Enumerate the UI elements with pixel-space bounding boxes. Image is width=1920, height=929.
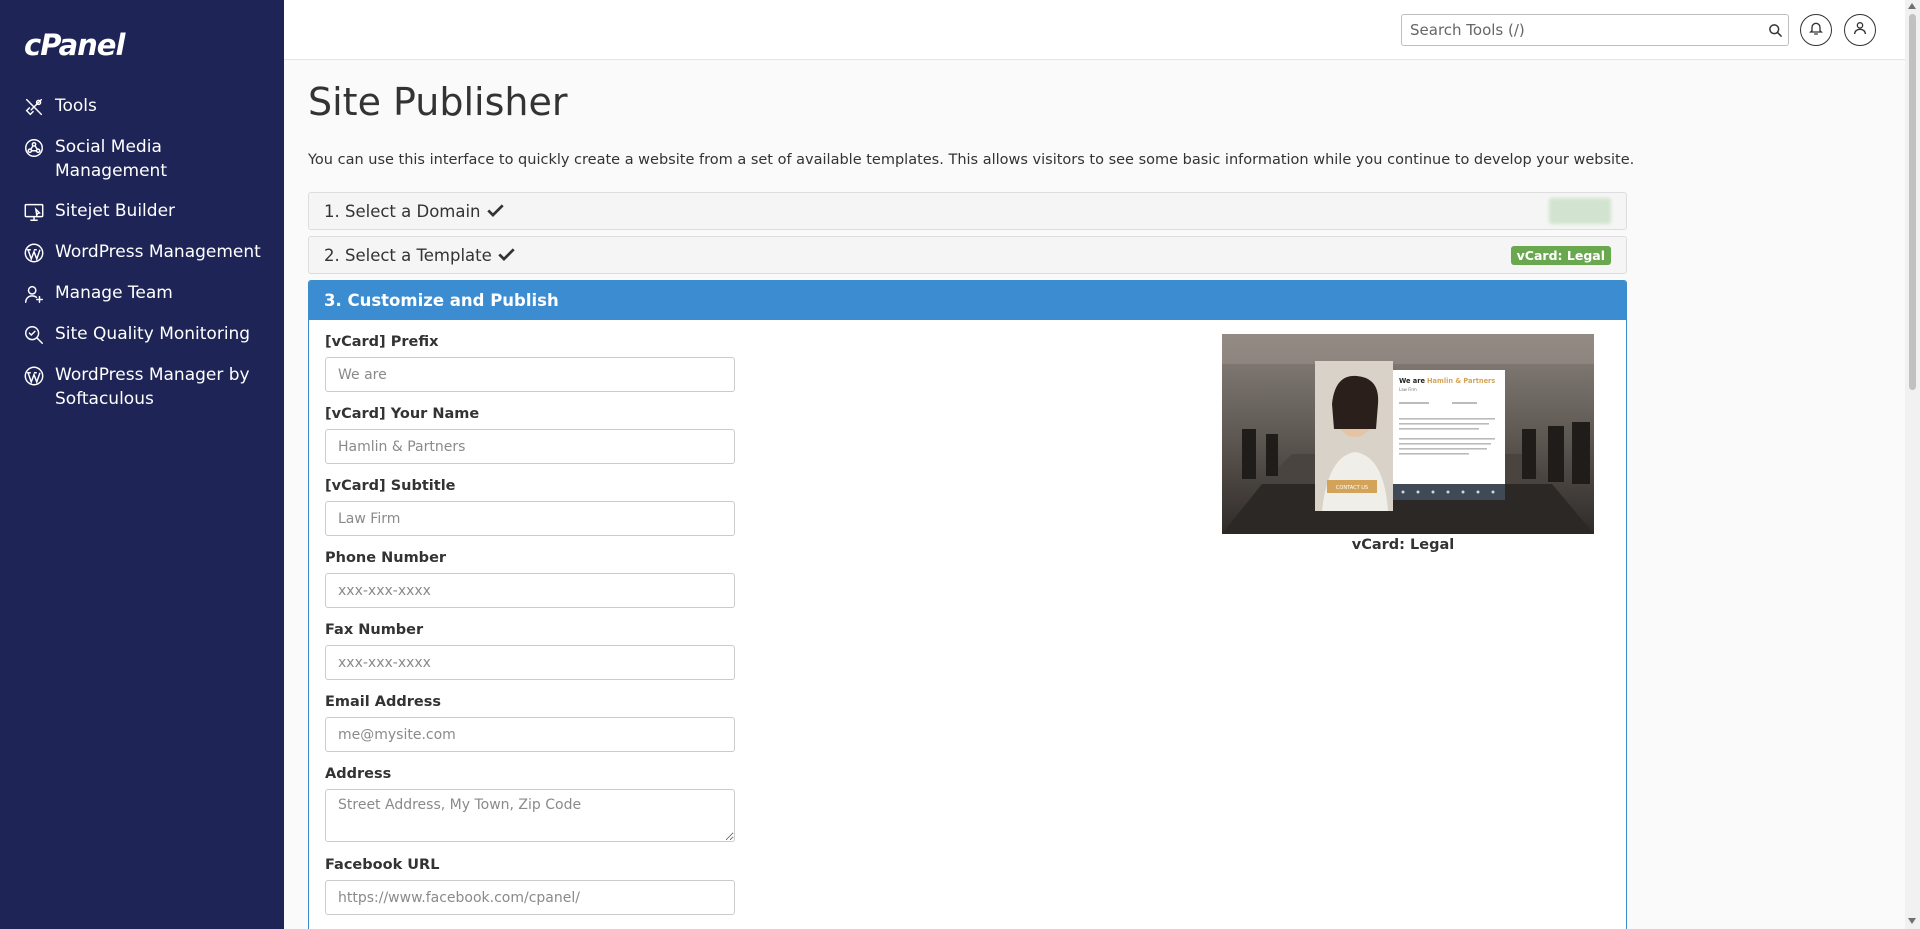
cpanel-logo[interactable]: cPanel [24,28,125,62]
sidebar-item-site-quality[interactable]: Site Quality Monitoring [0,322,284,347]
prefix-input[interactable] [325,357,735,392]
subtitle-input[interactable] [325,501,735,536]
email-input[interactable] [325,717,735,752]
facebook-input[interactable] [325,880,735,915]
subtitle-label: [vCard] Subtitle [325,478,456,494]
svg-text:Law Firm: Law Firm [1399,387,1417,392]
template-preview-image[interactable]: CONTACT US We are Hamlin & Partners Law F… [1222,334,1594,534]
step-label: 1. Select a Domain [324,201,481,221]
step-select-template[interactable]: 2. Select a Template vCard: Legal [308,236,1627,274]
fax-label: Fax Number [325,622,424,638]
sitejet-icon [22,200,46,224]
page-title: Site Publisher [308,80,568,124]
checkmark-icon [498,246,515,265]
address-label: Address [325,766,392,782]
checkmark-icon [486,202,504,221]
step-select-domain[interactable]: 1. Select a Domain [308,192,1627,230]
facebook-label: Facebook URL [325,857,440,873]
prefix-label: [vCard] Prefix [325,334,439,350]
scroll-up-arrow[interactable] [1908,3,1916,9]
scroll-down-arrow[interactable] [1908,918,1916,924]
address-textarea[interactable] [325,789,735,842]
domain-badge-redacted [1549,198,1611,224]
tools-icon [22,95,46,119]
phone-input[interactable] [325,573,735,608]
search-box[interactable] [1401,14,1789,46]
sidebar-item-sitejet[interactable]: Sitejet Builder [0,199,284,224]
preview-illustration: CONTACT US We are Hamlin & Partners Law F… [1222,334,1594,534]
sidebar-item-wordpress-management[interactable]: WordPress Management [0,240,284,265]
wordpress-icon [22,364,46,388]
scrollbar[interactable] [1905,0,1920,929]
template-preview-caption: vCard: Legal [1351,537,1455,553]
wordpress-icon [22,241,46,265]
template-badge: vCard: Legal [1510,245,1611,265]
sidebar-item-manage-team[interactable]: Manage Team [0,281,284,306]
fax-input[interactable] [325,645,735,680]
sidebar-item-label: Manage Team [55,283,173,303]
sidebar-item-tools[interactable]: Tools [0,94,284,119]
step-label: 3. Customize and Publish [324,291,559,310]
svg-text:CONTACT US: CONTACT US [1336,485,1368,491]
sidebar-item-label: WordPress Management [55,242,261,262]
site-quality-icon [22,323,46,347]
sidebar-item-label: Social Media Management [55,137,167,181]
sidebar-item-label: Site Quality Monitoring [55,324,251,344]
social-media-icon [22,136,46,160]
scroll-thumb[interactable] [1909,14,1916,390]
page-description: You can use this interface to quickly cr… [308,152,1635,168]
user-icon [1852,20,1868,40]
svg-text:We areHamlin & Partners: We are Hamlin & Partners [1399,377,1495,385]
sidebar-item-social-media[interactable]: Social Media Management [0,135,284,183]
email-label: Email Address [325,694,442,710]
top-bar [284,0,1905,60]
search-icon[interactable] [1762,16,1788,44]
user-menu-button[interactable] [1844,14,1876,46]
your-name-input[interactable] [325,429,735,464]
sidebar-item-label: Tools [55,96,97,116]
bell-icon [1808,20,1824,40]
step-label: 2. Select a Template [324,245,492,265]
panel-header[interactable]: 3. Customize and Publish [309,281,1626,320]
search-input[interactable] [1402,16,1762,44]
sidebar-item-label: Sitejet Builder [55,201,176,221]
manage-team-icon [22,282,46,306]
sidebar-item-label: WordPress Manager by Softaculous [55,365,250,409]
sidebar-item-wordpress-softaculous[interactable]: WordPress Manager by Softaculous [0,363,284,411]
sidebar-nav: Tools Social Media Management Sitejet Bu… [0,94,284,427]
customize-panel: 3. Customize and Publish [vCard] Prefix … [308,280,1627,929]
notifications-button[interactable] [1800,14,1832,46]
phone-label: Phone Number [325,550,447,566]
your-name-label: [vCard] Your Name [325,406,480,422]
sidebar: cPanel Tools Social Media Management Sit… [0,0,284,929]
